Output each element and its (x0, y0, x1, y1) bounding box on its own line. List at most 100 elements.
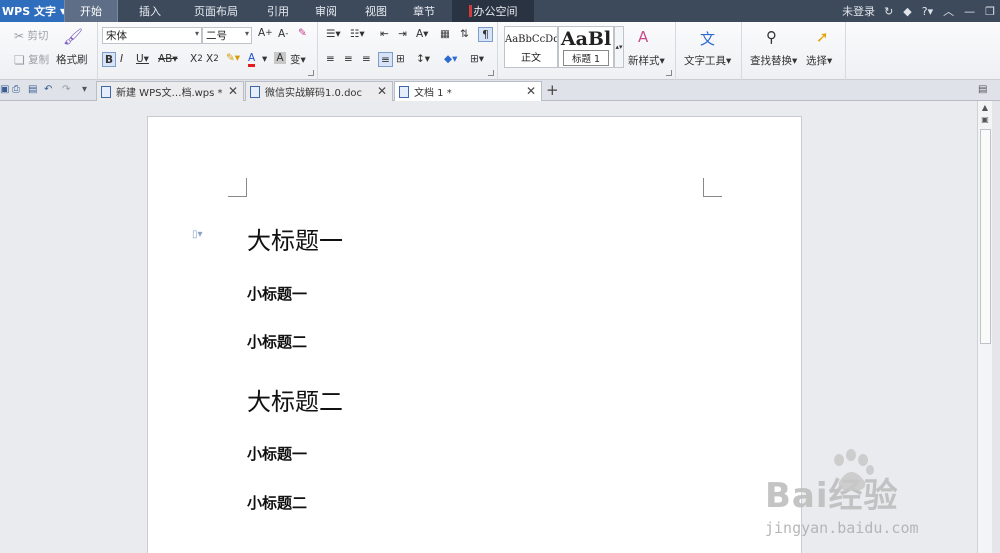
tab-references-label: 引用 (267, 5, 289, 18)
strikethrough-icon[interactable]: AB▾ (158, 53, 178, 65)
format-painter-button[interactable]: 格式刷 (56, 52, 88, 67)
tab-page-layout[interactable]: 页面布局 (182, 0, 250, 22)
menu-bar: WPS 文字 ▼ 开始 插入 页面布局 引用 审阅 视图 章节 办公空间 未登录… (0, 0, 1000, 22)
document-page[interactable]: ▯▾ 大标题一 小标题一 小标题二 大标题二 小标题一 小标题二 (147, 116, 802, 553)
print-icon[interactable]: ⎙ (12, 84, 20, 95)
new-tab-plus-icon[interactable]: + (546, 81, 559, 99)
heading-2-line[interactable]: 小标题二 (247, 492, 307, 513)
highlight-icon[interactable]: ✎▾ (226, 52, 240, 64)
text-tools-label: 文字工具 (684, 55, 726, 67)
shrink-font-icon[interactable]: A- (278, 28, 288, 40)
style-normal-label: 正文 (521, 53, 541, 64)
close-icon[interactable]: ✕ (526, 84, 536, 98)
chevron-down-icon: ▾ (244, 29, 249, 38)
justify-icon[interactable]: ≡ (378, 52, 393, 67)
customize-toolbar-icon[interactable]: ▾ (82, 84, 87, 95)
tab-references[interactable]: 引用 (258, 0, 298, 22)
app-menu-button[interactable]: WPS 文字 ▼ (0, 0, 66, 22)
shading-icon[interactable]: ◆▾ (444, 53, 457, 65)
align-right-icon[interactable]: ≡ (362, 53, 371, 65)
paragraph-handle-icon[interactable]: ▯▾ (192, 229, 203, 240)
text-tools-button[interactable]: 文字工具 ▾ (684, 53, 731, 68)
help-icon[interactable]: ?▾ (922, 5, 933, 18)
tab-view[interactable]: 视图 (356, 0, 396, 22)
font-family-select[interactable]: 宋体 ▾ (102, 27, 202, 44)
close-icon[interactable]: ✕ (228, 84, 238, 98)
copy-button[interactable]: ❏ 复制 (14, 52, 49, 67)
heading-2-line[interactable]: 小标题二 (247, 331, 307, 352)
redo-icon[interactable]: ↷ (62, 84, 70, 95)
increase-indent-icon[interactable]: ⇥ (398, 28, 407, 40)
bold-icon[interactable]: B (102, 52, 116, 67)
table-grid-icon[interactable]: ▦ (440, 28, 450, 40)
font-size-select[interactable]: 二号 ▾ (202, 27, 252, 44)
print-preview-icon[interactable]: ▤ (28, 84, 37, 95)
font-color-icon[interactable]: A (248, 52, 256, 67)
styles-dialog-launcher-icon[interactable] (666, 70, 672, 76)
bullet-list-icon[interactable]: ☰▾ (326, 28, 341, 40)
font-color-dropdown-icon[interactable]: ▾ (262, 53, 267, 65)
heading-1-line[interactable]: 大标题一 (247, 221, 343, 256)
heading-2-line[interactable]: 小标题一 (247, 283, 307, 304)
find-replace-button[interactable]: 查找替换 ▾ (750, 53, 797, 68)
font-dialog-launcher-icon[interactable] (308, 70, 314, 76)
doc-tab-2[interactable]: 文档 1 * ✕ (394, 81, 542, 101)
borders-icon[interactable]: ⊞▾ (470, 53, 484, 65)
side-panel-edge (992, 101, 1000, 553)
char-shading-icon[interactable]: A (274, 52, 286, 64)
login-status[interactable]: 未登录 (842, 3, 875, 19)
italic-icon[interactable]: I (120, 53, 123, 65)
style-heading-1[interactable]: AaBl 标题 1 (558, 26, 614, 68)
new-style-button[interactable]: 新样式 ▾ (628, 53, 665, 68)
close-icon[interactable]: ✕ (377, 84, 387, 98)
style-normal[interactable]: AaBbCcDd 正文 (504, 26, 558, 68)
tab-menu-icon[interactable]: ▤ (978, 84, 987, 95)
text-tools-icon[interactable]: 文 (700, 28, 715, 49)
tab-home[interactable]: 开始 (64, 0, 118, 22)
vertical-scrollbar[interactable]: ▲ ▣ (977, 101, 992, 553)
tab-insert[interactable]: 插入 (126, 0, 174, 22)
cut-button[interactable]: ✂ 剪切 (14, 28, 48, 43)
show-marks-icon[interactable]: ¶ (478, 27, 493, 42)
minimize-icon[interactable]: — (964, 5, 975, 18)
scrollbar-thumb[interactable] (980, 129, 991, 344)
sort-icon[interactable]: ⇅ (460, 28, 469, 40)
sync-icon[interactable]: ↻ (884, 5, 893, 18)
align-center-icon[interactable]: ≡ (344, 53, 353, 65)
grow-font-icon[interactable]: A + (258, 27, 273, 39)
collapse-ribbon-icon[interactable]: ︿ (943, 3, 954, 19)
tab-review[interactable]: 审阅 (306, 0, 346, 22)
binoculars-icon[interactable]: ⚲ (766, 28, 777, 46)
align-left-icon[interactable]: ≡ (326, 53, 335, 65)
chinese-layout-icon[interactable]: A▾ (416, 28, 428, 40)
doc-tab-0[interactable]: 新建 WPS文…档.wps * ✕ (96, 81, 244, 101)
skin-icon[interactable]: ◆ (903, 5, 911, 18)
styles-scroll-icon[interactable]: ▴▾ (614, 26, 624, 68)
underline-icon[interactable]: U▾ (136, 53, 149, 65)
tab-chapter[interactable]: 章节 (404, 0, 444, 22)
save-icon[interactable]: ▣ (0, 84, 9, 95)
undo-icon[interactable]: ↶ (44, 84, 52, 95)
numbered-list-icon[interactable]: ☷▾ (350, 28, 365, 40)
scroll-page-icon[interactable]: ▣ (979, 115, 991, 126)
distributed-icon[interactable]: ⊞ (396, 53, 405, 65)
select-cursor-icon[interactable]: ➚ (816, 28, 829, 46)
new-style-icon[interactable]: A (638, 28, 648, 46)
cut-label: 剪切 (27, 30, 49, 42)
format-painter-icon[interactable]: 🖌 (58, 26, 88, 48)
line-spacing-icon[interactable]: ↕▾ (416, 53, 430, 65)
restore-icon[interactable]: ❐ (985, 5, 995, 18)
paragraph-dialog-launcher-icon[interactable] (488, 70, 494, 76)
heading-2-line[interactable]: 小标题一 (247, 443, 307, 464)
subscript-icon[interactable]: X2 (206, 53, 219, 65)
doc-tab-label: 文档 1 * (414, 88, 452, 99)
clear-format-icon[interactable]: ✎ (298, 27, 307, 39)
superscript-icon[interactable]: X2 (190, 53, 203, 65)
select-button[interactable]: 选择 ▾ (806, 53, 832, 68)
tab-office-space[interactable]: 办公空间 (452, 0, 534, 22)
heading-1-line[interactable]: 大标题二 (247, 382, 343, 417)
scroll-up-icon[interactable]: ▲ (979, 103, 991, 114)
doc-tab-1[interactable]: 微信实战解码1.0.doc ✕ (245, 81, 393, 101)
phonetic-guide-icon[interactable]: 变▾ (290, 52, 306, 67)
decrease-indent-icon[interactable]: ⇤ (380, 28, 389, 40)
